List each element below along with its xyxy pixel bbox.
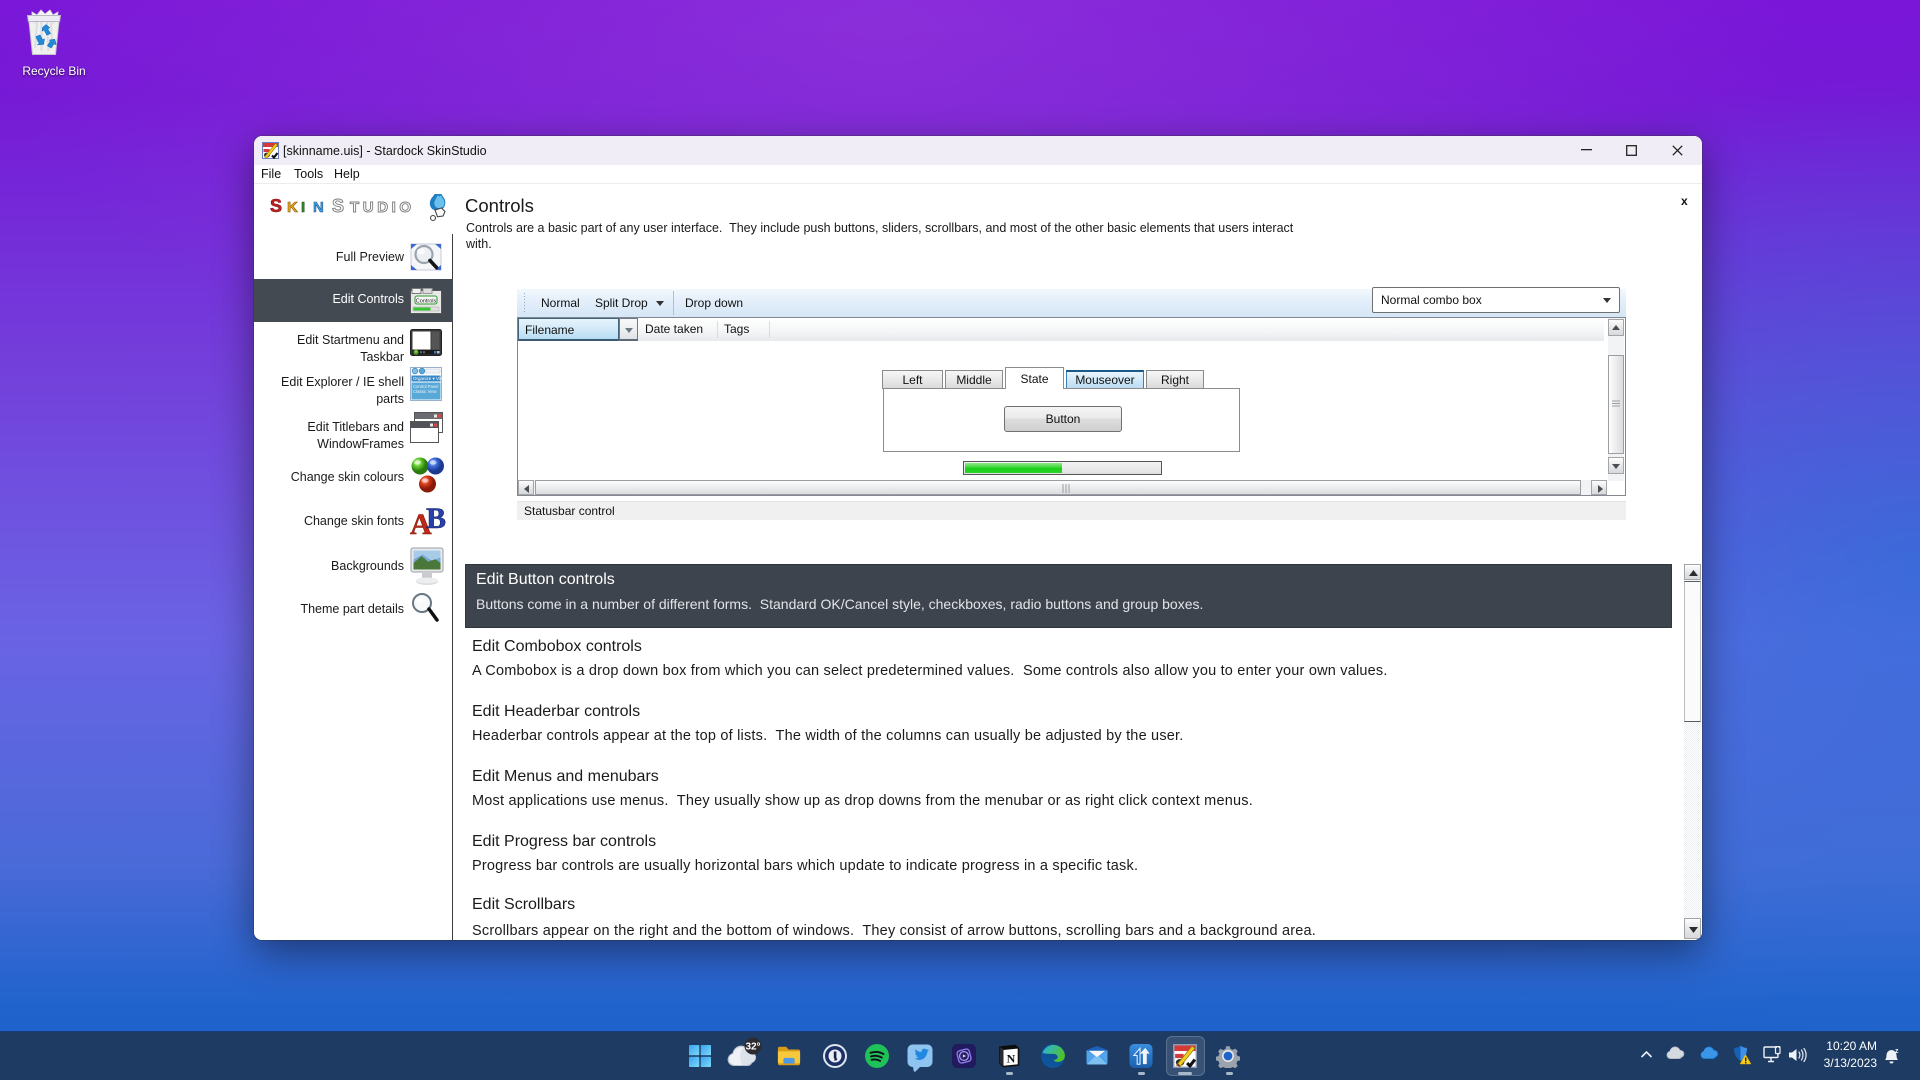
svg-text:Classic View: Classic View	[413, 389, 438, 394]
svg-text:Controls: Controls	[416, 299, 437, 305]
svg-text:32°: 32°	[745, 1042, 760, 1053]
svg-text:B: B	[426, 502, 446, 535]
svg-text:Organize ▾ Views: Organize ▾ Views	[413, 376, 442, 381]
svg-text:z: z	[1895, 1048, 1899, 1055]
svg-text:N: N	[1007, 1052, 1016, 1066]
